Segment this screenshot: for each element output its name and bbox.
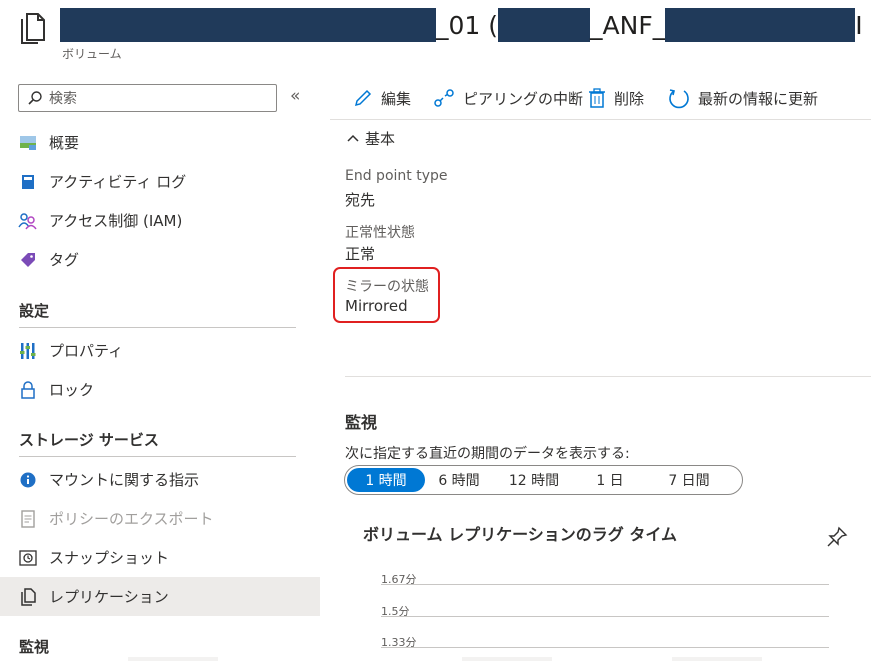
section-heading-storage: ストレージ サービス <box>19 431 159 449</box>
sidebar-item-overview[interactable]: 概要 <box>0 123 320 162</box>
redacted-block <box>60 8 436 42</box>
time-range-1h[interactable]: 1 時間 <box>347 468 425 492</box>
partial-element <box>462 657 552 661</box>
page-subtitle: ボリューム <box>62 47 122 61</box>
sidebar-item-export-policy[interactable]: ポリシーのエクスポート <box>0 499 320 538</box>
section-divider <box>19 456 296 457</box>
sidebar-item-label: アクセス制御 (IAM) <box>49 212 183 230</box>
break-peering-button[interactable]: ピアリングの中断 <box>433 84 583 112</box>
sidebar-item-properties[interactable]: プロパティ <box>0 331 320 370</box>
edit-button[interactable]: 編集 <box>353 84 411 112</box>
sidebar-item-snapshots[interactable]: スナップショット <box>0 538 320 577</box>
section-divider <box>19 327 296 328</box>
redacted-block <box>665 8 856 42</box>
refresh-label: 最新の情報に更新 <box>698 89 819 108</box>
sidebar-item-label: タグ <box>49 251 80 269</box>
trash-icon <box>589 88 605 108</box>
endpoint-type-label: End point type <box>345 168 448 184</box>
sidebar-item-activity-log[interactable]: アクティビティ ログ <box>0 162 320 201</box>
essentials-toggle[interactable]: 基本 <box>347 128 395 149</box>
essentials-heading: 基本 <box>365 130 396 148</box>
sidebar-item-label: ポリシーのエクスポート <box>49 510 214 528</box>
partial-element <box>128 657 218 661</box>
highlight-box <box>333 267 440 323</box>
section-heading-monitoring: 監視 <box>19 638 50 656</box>
lock-icon <box>18 380 38 400</box>
sidebar-item-label: アクティビティ ログ <box>49 173 187 191</box>
chevron-up-icon <box>347 131 359 146</box>
search-input[interactable]: 検索 <box>18 84 277 112</box>
page-title: _01 ( _ANF_ I <box>60 6 863 44</box>
info-icon <box>18 470 38 490</box>
title-segment-1: _01 ( <box>436 10 499 40</box>
sidebar-item-iam[interactable]: アクセス制御 (IAM) <box>0 201 320 240</box>
health-status-value: 正常 <box>345 245 376 263</box>
break-peering-icon <box>434 89 454 107</box>
sidebar-item-mount-instructions[interactable]: マウントに関する指示 <box>0 460 320 499</box>
refresh-button[interactable]: 最新の情報に更新 <box>668 84 818 112</box>
edit-icon <box>354 89 372 107</box>
endpoint-type-value: 宛先 <box>345 191 376 209</box>
volume-icon <box>18 10 48 46</box>
sidebar-item-label: プロパティ <box>49 342 124 360</box>
sidebar-item-label: レプリケーション <box>49 588 169 606</box>
monitoring-heading: 監視 <box>345 413 378 432</box>
time-range-selector: 1 時間 6 時間 12 時間 1 日 7 日間 <box>344 465 743 495</box>
search-placeholder: 検索 <box>49 91 77 107</box>
sidebar-item-label: スナップショット <box>49 549 170 567</box>
time-range-description: 次に指定する直近の期間のデータを表示する: <box>345 446 630 462</box>
edit-label: 編集 <box>381 89 412 108</box>
break-peering-label: ピアリングの中断 <box>463 89 584 108</box>
time-range-7d[interactable]: 7 日間 <box>645 468 733 492</box>
replication-icon <box>18 587 38 607</box>
section-heading-settings: 設定 <box>19 302 50 320</box>
iam-icon <box>18 211 38 231</box>
overview-icon <box>18 133 38 153</box>
tag-icon <box>18 250 38 270</box>
sidebar-item-label: ロック <box>49 381 95 399</box>
toolbar-divider <box>330 119 871 120</box>
snapshot-icon <box>18 548 38 568</box>
chart-title: ボリューム レプリケーションのラグ タイム <box>363 525 678 544</box>
essentials-divider <box>345 376 871 377</box>
redacted-block <box>498 8 591 42</box>
sidebar-item-tags[interactable]: タグ <box>0 240 320 279</box>
delete-label: 削除 <box>614 89 645 108</box>
sidebar-item-replication[interactable]: レプリケーション <box>0 577 320 616</box>
collapse-sidebar-button[interactable]: « <box>290 86 300 106</box>
title-segment-3: I <box>855 10 863 40</box>
time-range-1d[interactable]: 1 日 <box>575 468 645 492</box>
health-status-label: 正常性状態 <box>345 225 415 241</box>
chart-gridline <box>381 616 829 617</box>
sidebar-item-label: マウントに関する指示 <box>49 471 200 489</box>
title-segment-2: _ANF_ <box>590 10 666 40</box>
chart-gridline <box>381 647 829 648</box>
refresh-icon <box>669 89 689 109</box>
time-range-12h[interactable]: 12 時間 <box>493 468 575 492</box>
sidebar-item-locks[interactable]: ロック <box>0 370 320 409</box>
properties-icon <box>18 341 38 361</box>
delete-button[interactable]: 削除 <box>588 84 644 112</box>
partial-element <box>672 657 762 661</box>
activity-log-icon <box>18 172 38 192</box>
time-range-6h[interactable]: 6 時間 <box>425 468 493 492</box>
chart-gridline <box>381 584 829 585</box>
sidebar-item-label: 概要 <box>49 134 80 152</box>
export-policy-icon <box>18 509 38 529</box>
search-icon <box>28 91 42 105</box>
pin-icon[interactable] <box>826 526 848 552</box>
